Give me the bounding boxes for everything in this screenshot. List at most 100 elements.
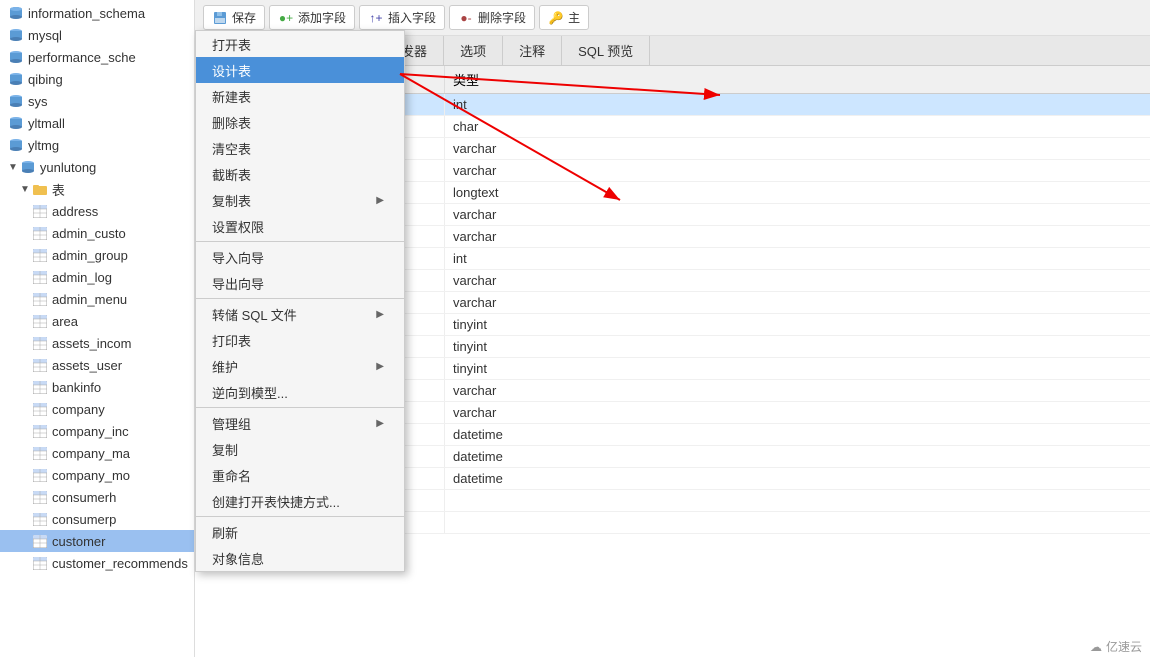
sidebar-item-label: performance_sche <box>28 50 136 65</box>
sidebar-item-label: company_ma <box>52 446 130 461</box>
menu-item-export-wizard[interactable]: 导出向导 <box>196 270 404 296</box>
key-button[interactable]: 🔑 主 <box>539 5 589 30</box>
save-button[interactable]: 保存 <box>203 5 265 30</box>
menu-item-reverse-model[interactable]: 逆向到模型... <box>196 379 404 405</box>
cell-field-type: tinyint <box>445 314 1150 335</box>
sidebar-item-admin_menu[interactable]: admin_menu <box>0 288 194 310</box>
sidebar-item-customer[interactable]: customer <box>0 530 194 552</box>
sidebar-item-tables-folder[interactable]: ▼ 表 <box>0 178 194 200</box>
menu-item-set-permissions[interactable]: 设置权限 <box>196 213 404 239</box>
sidebar-item-company_mo[interactable]: company_mo <box>0 464 194 486</box>
menu-item-object-info[interactable]: 对象信息 <box>196 545 404 571</box>
submenu-arrow: ▶ <box>376 361 384 372</box>
sidebar-item-performance[interactable]: performance_sche <box>0 46 194 68</box>
sidebar-item-mysql[interactable]: mysql <box>0 24 194 46</box>
sidebar-item-label: admin_group <box>52 248 128 263</box>
insert-field-button[interactable]: ↑+ 插入字段 <box>359 5 445 30</box>
cell-field-type <box>445 520 1150 526</box>
delete-field-button[interactable]: ●- 删除字段 <box>449 5 535 30</box>
sidebar-item-area[interactable]: area <box>0 310 194 332</box>
db-icon <box>20 159 36 175</box>
sidebar-item-admin_log[interactable]: admin_log <box>0 266 194 288</box>
table-icon <box>32 313 48 329</box>
sidebar-item-admin_group[interactable]: admin_group <box>0 244 194 266</box>
sidebar-item-company[interactable]: company <box>0 398 194 420</box>
sidebar-item-assets_user[interactable]: assets_user <box>0 354 194 376</box>
sidebar-item-yltmall[interactable]: yltmall <box>0 112 194 134</box>
key-icon: 🔑 <box>548 10 564 26</box>
menu-item-transfer-sql[interactable]: 转储 SQL 文件 ▶ <box>196 301 404 327</box>
add-field-icon: ●+ <box>278 10 294 26</box>
key-label: 主 <box>568 9 580 26</box>
menu-item-manage-group[interactable]: 管理组 ▶ <box>196 410 404 436</box>
menu-item-clear-table[interactable]: 清空表 <box>196 135 404 161</box>
menu-item-copy[interactable]: 复制 <box>196 436 404 462</box>
menu-item-new-table[interactable]: 新建表 <box>196 83 404 109</box>
menu-item-import-wizard[interactable]: 导入向导 <box>196 244 404 270</box>
menu-item-rename[interactable]: 重命名 <box>196 462 404 488</box>
table-icon <box>32 489 48 505</box>
sidebar-item-company_ma[interactable]: company_ma <box>0 442 194 464</box>
menu-item-truncate-table[interactable]: 截断表 <box>196 161 404 187</box>
sidebar-item-label: qibing <box>28 72 63 87</box>
table-icon <box>32 511 48 527</box>
table-icon <box>32 467 48 483</box>
db-icon <box>8 93 24 109</box>
menu-item-maintenance[interactable]: 维护 ▶ <box>196 353 404 379</box>
submenu-arrow: ▶ <box>376 195 384 206</box>
cell-field-type: longtext <box>445 182 1150 203</box>
table-icon <box>32 203 48 219</box>
add-field-button[interactable]: ●+ 添加字段 <box>269 5 355 30</box>
menu-item-open-table[interactable]: 打开表 <box>196 31 404 57</box>
sidebar-item-sys[interactable]: sys <box>0 90 194 112</box>
sidebar-item-customer_recommends[interactable]: customer_recommends <box>0 552 194 574</box>
table-icon <box>32 291 48 307</box>
sidebar-item-label: consumerh <box>52 490 116 505</box>
table-icon <box>32 269 48 285</box>
sidebar-item-consumerp[interactable]: consumerp <box>0 508 194 530</box>
sidebar-item-label: yltmall <box>28 116 65 131</box>
db-icon <box>8 49 24 65</box>
sidebar-item-address[interactable]: address <box>0 200 194 222</box>
menu-item-copy-table[interactable]: 复制表 ▶ <box>196 187 404 213</box>
save-label: 保存 <box>232 9 256 26</box>
sidebar-item-consumerh[interactable]: consumerh <box>0 486 194 508</box>
menu-item-refresh[interactable]: 刷新 <box>196 519 404 545</box>
sidebar-item-admin_custo[interactable]: admin_custo <box>0 222 194 244</box>
tab-sql-preview[interactable]: SQL 预览 <box>562 36 650 65</box>
table-icon <box>32 445 48 461</box>
sidebar-item-yltmg[interactable]: yltmg <box>0 134 194 156</box>
cell-field-type: int <box>445 94 1150 115</box>
sidebar-item-label: admin_custo <box>52 226 126 241</box>
submenu-arrow: ▶ <box>376 309 384 320</box>
db-icon <box>8 71 24 87</box>
folder-icon <box>32 181 48 197</box>
menu-separator-3 <box>196 407 404 408</box>
sidebar-item-label: customer <box>52 534 105 549</box>
cell-field-type: varchar <box>445 402 1150 423</box>
sidebar-item-bankinfo[interactable]: bankinfo <box>0 376 194 398</box>
menu-item-delete-table[interactable]: 删除表 <box>196 109 404 135</box>
sidebar-item-qibing[interactable]: qibing <box>0 68 194 90</box>
sidebar-item-yunlutong[interactable]: ▼ yunlutong <box>0 156 194 178</box>
table-icon <box>32 423 48 439</box>
submenu-arrow: ▶ <box>376 418 384 429</box>
menu-item-design-table[interactable]: 设计表 <box>196 57 404 83</box>
sidebar-item-company_inc[interactable]: company_inc <box>0 420 194 442</box>
cell-field-type: varchar <box>445 292 1150 313</box>
sidebar-item-information_schema[interactable]: information_schema <box>0 2 194 24</box>
cell-field-type: varchar <box>445 270 1150 291</box>
table-icon <box>32 555 48 571</box>
sidebar-item-label: company <box>52 402 105 417</box>
tab-comment[interactable]: 注释 <box>503 36 562 65</box>
sidebar-item-label: yunlutong <box>40 160 96 175</box>
sidebar-item-assets_incom[interactable]: assets_incom <box>0 332 194 354</box>
cell-field-type: char <box>445 116 1150 137</box>
table-icon <box>32 225 48 241</box>
menu-item-print-table[interactable]: 打印表 <box>196 327 404 353</box>
menu-item-create-shortcut[interactable]: 创建打开表快捷方式... <box>196 488 404 514</box>
sidebar-item-label: sys <box>28 94 48 109</box>
sidebar-item-label: company_inc <box>52 424 129 439</box>
sidebar-item-label: 表 <box>52 180 65 199</box>
tab-options[interactable]: 选项 <box>444 36 503 65</box>
